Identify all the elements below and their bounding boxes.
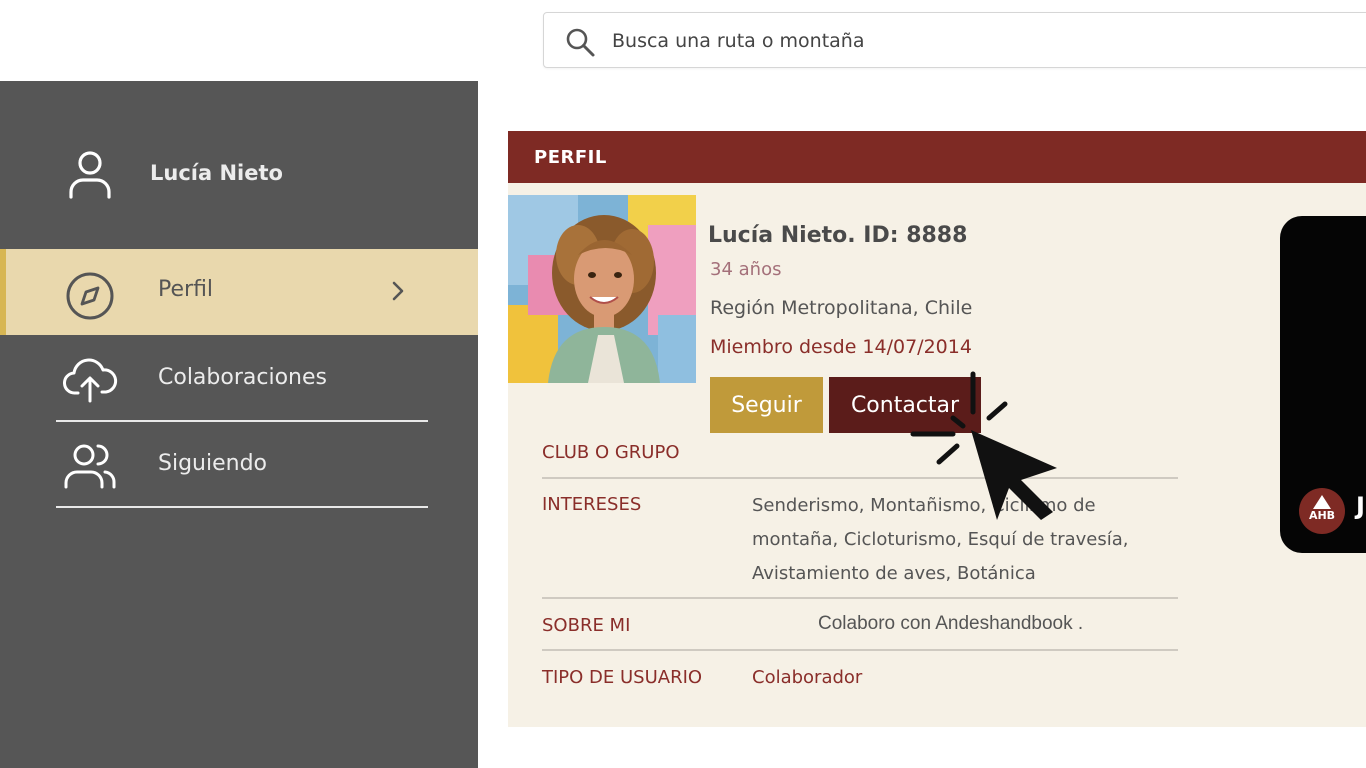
ahb-logo: AHB	[1299, 488, 1345, 534]
sidebar: Lucía Nieto Perfil Colaboraciones Siguie…	[0, 81, 478, 768]
sidebar-item-label: Perfil	[158, 277, 214, 302]
about-value: Colaboro con Andeshandbook .	[818, 613, 1084, 634]
user-type-value: Colaborador	[752, 667, 863, 688]
profile-panel: PERFIL Lucía Nieto. ID: 8888 34 años Reg…	[508, 131, 1366, 727]
sidebar-item-siguiendo[interactable]: Siguiendo	[0, 421, 478, 509]
sidebar-item-perfil[interactable]: Perfil	[0, 249, 478, 335]
ahb-logo-text: AHB	[1308, 509, 1336, 522]
search-icon	[566, 28, 595, 57]
compass-icon	[66, 272, 114, 320]
interests-line: Avistamiento de aves, Botánica	[752, 563, 1036, 584]
contact-button[interactable]: Contactar	[829, 377, 981, 433]
profile-name: Lucía Nieto. ID: 8888	[708, 223, 968, 248]
interests-label: INTERESES	[542, 494, 642, 515]
interests-line: montaña, Cicloturismo, Esquí de travesía…	[752, 529, 1129, 550]
sidebar-item-label: Siguiendo	[158, 451, 268, 476]
mountain-icon	[1313, 495, 1331, 509]
divider	[56, 506, 428, 508]
user-icon	[69, 151, 111, 199]
interests-line: Senderismo, Montañismo, Ciclismo de	[752, 495, 1096, 516]
profile-header-title: PERFIL	[534, 147, 607, 168]
cloud-upload-icon	[63, 358, 118, 403]
follow-button[interactable]: Seguir	[710, 377, 823, 433]
club-label: CLUB O GRUPO	[542, 442, 680, 463]
chevron-right-icon	[392, 281, 404, 301]
sidebar-item-colaboraciones[interactable]: Colaboraciones	[0, 335, 478, 421]
user-type-label: TIPO DE USUARIO	[542, 667, 703, 688]
card-text: J	[1356, 492, 1365, 520]
sidebar-user-name: Lucía Nieto	[150, 161, 283, 185]
row-divider	[542, 649, 1178, 651]
profile-age: 34 años	[710, 259, 782, 280]
sidebar-item-label: Colaboraciones	[158, 365, 327, 390]
profile-header: PERFIL	[508, 131, 1366, 183]
search-input[interactable]	[612, 23, 1312, 59]
users-icon	[64, 444, 116, 489]
sidebar-user: Lucía Nieto	[0, 81, 478, 249]
profile-region: Región Metropolitana, Chile	[710, 297, 973, 319]
interests-value: Senderismo, Montañismo, Ciclismo de mont…	[752, 489, 1129, 591]
about-label: SOBRE MI	[542, 615, 631, 636]
row-divider	[542, 477, 1178, 479]
search-bar[interactable]	[543, 12, 1366, 68]
profile-member-since: Miembro desde 14/07/2014	[710, 336, 972, 358]
promo-card[interactable]: AHB J	[1280, 216, 1366, 553]
avatar	[508, 195, 696, 383]
row-divider	[542, 597, 1178, 599]
